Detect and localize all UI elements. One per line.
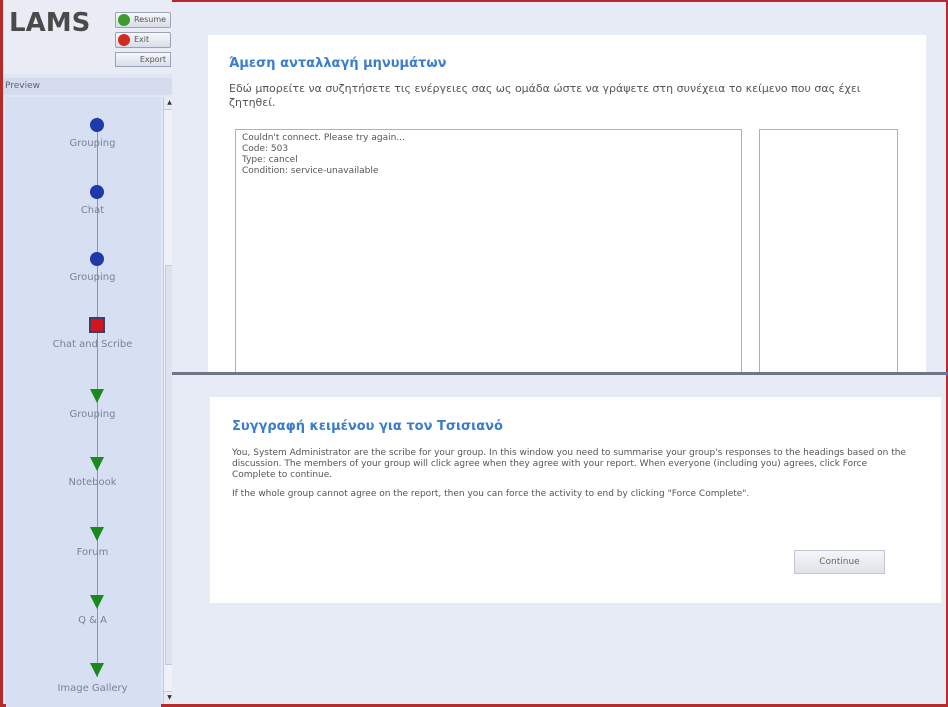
resume-button[interactable]: Resume (115, 12, 171, 28)
chat-circle-icon (90, 185, 104, 199)
image-gallery-triangle-icon (90, 663, 104, 677)
activity-label: Image Gallery (57, 683, 128, 694)
scribe-instructions: You, System Administrator are the scribe… (232, 448, 912, 508)
chat-message-line: Code: 503 (242, 144, 289, 154)
activity-label: Grouping (69, 272, 116, 283)
activity-label: Notebook (68, 477, 117, 488)
activity-label: Q & A (78, 615, 107, 626)
chat-message-box[interactable]: Couldn't connect. Please try again... Co… (235, 129, 742, 374)
chat-message-line: Couldn't connect. Please try again... (242, 133, 405, 143)
activity-chat-and-scribe[interactable]: Chat and Scribe (6, 317, 161, 350)
resume-icon (118, 14, 130, 26)
activity-q-and-a[interactable]: Q & A (6, 595, 161, 626)
activity-forum[interactable]: Forum (6, 527, 161, 558)
export-button[interactable]: Export (115, 52, 171, 67)
notebook-triangle-icon (90, 457, 104, 471)
activity-grouping-1[interactable]: Grouping (6, 118, 161, 149)
activity-label: Grouping (69, 138, 116, 149)
activity-notebook[interactable]: Notebook (6, 457, 161, 488)
scribe-paragraph: If the whole group cannot agree on the r… (232, 489, 750, 499)
chat-message-line: Type: cancel (242, 155, 298, 165)
activity-label: Chat (80, 205, 105, 216)
activity-label: Grouping (69, 409, 116, 420)
chat-users-list[interactable] (759, 129, 898, 374)
scribe-paragraph: You, System Administrator are the scribe… (232, 448, 906, 480)
grouping-circle-icon (90, 252, 104, 266)
exit-button[interactable]: Exit (115, 32, 171, 48)
preview-label: Preview (3, 78, 175, 95)
grouping-circle-icon (90, 118, 104, 132)
activity-image-gallery[interactable]: Image Gallery (6, 663, 161, 694)
continue-button[interactable]: Continue (794, 550, 885, 574)
chat-message-line: Condition: service-unavailable (242, 166, 379, 176)
resume-label: Resume (134, 15, 167, 24)
activity-grouping-2[interactable]: Grouping (6, 252, 161, 283)
exit-icon (118, 34, 130, 46)
activity-chat[interactable]: Chat (6, 185, 161, 216)
lesson-sidebar: LAMS Resume Exit Export Preview Grouping… (0, 0, 175, 707)
scribe-title: Συγγραφή κειμένου για τον Τσισιανό (232, 419, 503, 434)
current-activity-square-icon (89, 317, 105, 333)
chat-title: Άμεση ανταλλαγή μηνυμάτων (229, 56, 447, 71)
logo-area: LAMS Resume Exit Export (3, 0, 175, 74)
activity-sequence: Grouping Chat Grouping Chat and Scribe G… (6, 97, 161, 707)
chat-description: Εδώ μπορείτε να συζητήσετε τις ενέργειες… (229, 82, 861, 109)
exit-label: Exit (134, 35, 150, 44)
qa-triangle-icon (90, 595, 104, 609)
activity-label: Chat and Scribe (52, 339, 133, 350)
lams-logo: LAMS (9, 8, 91, 38)
activity-grouping-3[interactable]: Grouping (6, 389, 161, 420)
forum-triangle-icon (90, 527, 104, 541)
grouping-triangle-icon (90, 389, 104, 403)
activity-label: Forum (76, 547, 109, 558)
